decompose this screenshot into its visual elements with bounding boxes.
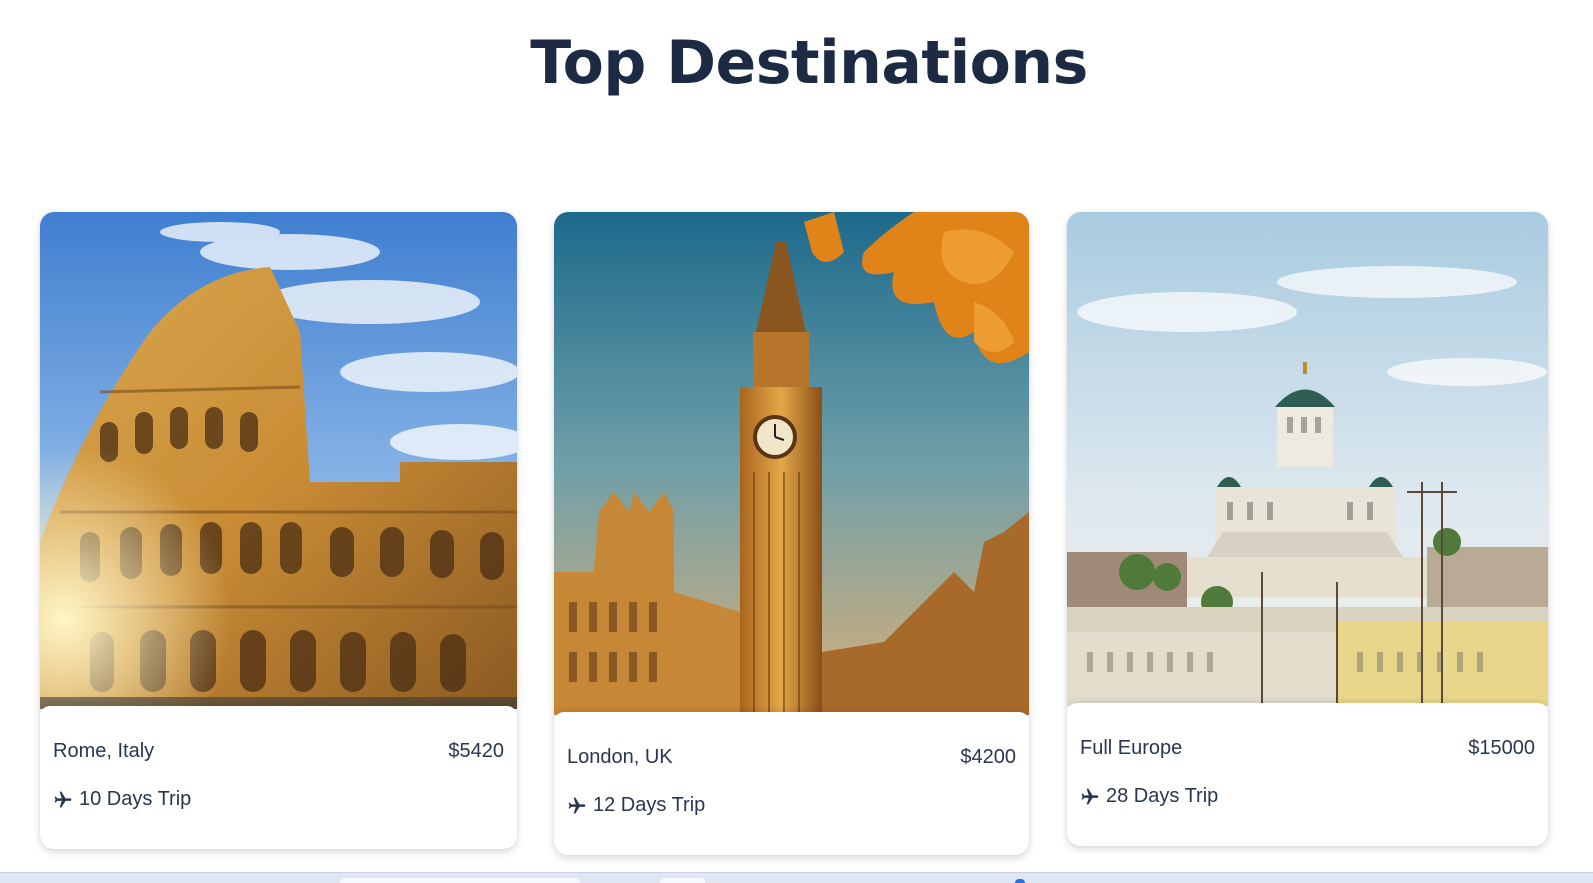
os-taskbar [0, 872, 1593, 883]
trip-duration: 10 Days Trip [53, 788, 191, 811]
destination-card-rome[interactable]: Rome, Italy $5420 10 Days Trip [40, 212, 517, 849]
destination-name: London, UK [567, 746, 673, 768]
taskbar-item[interactable] [660, 878, 705, 883]
destination-price: $5420 [448, 740, 504, 762]
destination-card-info: Rome, Italy $5420 10 Days Trip [40, 706, 517, 849]
destination-card-info: London, UK $4200 12 Days Trip [554, 712, 1029, 855]
trip-duration-label: 10 Days Trip [79, 788, 192, 810]
trip-duration: 28 Days Trip [1080, 785, 1218, 808]
helsinki-cathedral-image [1067, 212, 1548, 706]
destination-price: $15000 [1468, 737, 1535, 759]
taskbar-active-indicator [1015, 879, 1025, 883]
airplane-icon [54, 791, 72, 807]
destination-card-europe[interactable]: Full Europe $15000 28 Days Trip [1067, 212, 1548, 846]
destination-card-info: Full Europe $15000 28 Days Trip [1067, 703, 1548, 846]
colosseum-image [40, 212, 517, 709]
destination-price: $4200 [960, 746, 1016, 768]
airplane-icon [568, 797, 586, 813]
airplane-icon [1081, 788, 1099, 804]
big-ben-image [554, 212, 1029, 715]
destination-name: Rome, Italy [53, 740, 155, 762]
top-destinations-page: Top Destinations Rome, Italy $5420 10 Da… [0, 0, 1593, 883]
trip-duration-label: 28 Days Trip [1106, 785, 1219, 807]
trip-duration: 12 Days Trip [567, 794, 705, 817]
trip-duration-label: 12 Days Trip [593, 794, 706, 816]
page-title: Top Destinations [530, 28, 1088, 98]
taskbar-item[interactable] [340, 878, 580, 883]
destination-card-london[interactable]: London, UK $4200 12 Days Trip [554, 212, 1029, 855]
destination-name: Full Europe [1080, 737, 1183, 759]
